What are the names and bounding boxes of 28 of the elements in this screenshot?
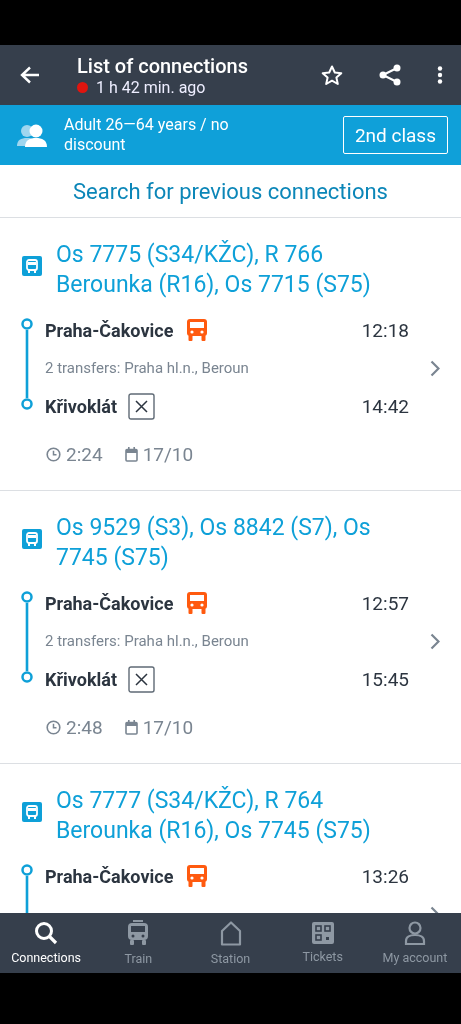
travel-duration: 2:48 (66, 716, 103, 739)
departure-time: 13:26 (361, 864, 409, 888)
nav-tab[interactable]: Train (92, 913, 185, 973)
last-update-time: 1 h 42 min. ago (96, 77, 206, 97)
arrival-station: Křivoklát (45, 395, 118, 417)
departure-time: 12:57 (361, 591, 409, 615)
train-list[interactable]: Os 7775 (S34/KŽC), R 766 Berounka (R16), Os 7715 (S75) (56, 240, 461, 300)
nav-tab[interactable]: Tickets (276, 913, 369, 973)
screen-title: List of connections (77, 53, 249, 78)
train-list[interactable]: Os 9529 (S3), Os 8842 (S7), Os 7745 (S75) (56, 513, 461, 573)
nav-tab[interactable]: Connections (0, 913, 93, 973)
transfers-info: 2 transfers: Praha hl.n., Beroun (45, 632, 250, 650)
nav-tab[interactable]: My account (368, 913, 461, 973)
arrival-time: 15:45 (361, 667, 409, 691)
travel-date: 17/10 (142, 443, 194, 466)
departure-station: Praha-Čakovice (45, 865, 174, 887)
departure-station: Praha-Čakovice (45, 319, 174, 341)
travel-duration: 2:24 (66, 443, 103, 466)
departure-time: 12:18 (361, 318, 409, 342)
departure-station: Praha-Čakovice (45, 592, 174, 614)
nav-tab[interactable]: Station (184, 913, 277, 973)
transfers-info: 2 transfers: Praha hl.n., Beroun (45, 359, 250, 377)
arrival-time: 14:42 (361, 394, 409, 418)
arrival-station: Křivoklát (45, 668, 118, 690)
passenger-type: Adult 26—64 years / no discount (63, 115, 230, 155)
class-button[interactable]: 2nd class (342, 116, 448, 154)
train-list[interactable]: Os 7777 (S34/KŽC), R 764 Berounka (R16), Os 7745 (S75) (56, 786, 461, 846)
travel-date: 17/10 (142, 716, 194, 739)
